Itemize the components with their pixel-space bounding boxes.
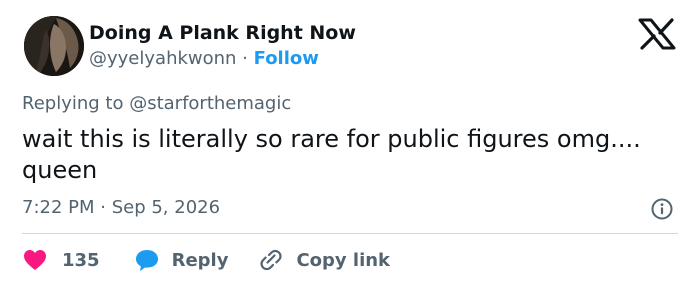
- reply-prefix: Replying to: [22, 93, 130, 114]
- author-handle-row: @yyelyahkwonn · Follow: [89, 48, 319, 69]
- reply-button[interactable]: Reply: [134, 248, 229, 272]
- reply-to-mention[interactable]: @starforthemagic: [129, 93, 291, 114]
- divider: [22, 233, 678, 234]
- info-icon[interactable]: [651, 198, 673, 220]
- author-display-name[interactable]: Doing A Plank Right Now: [89, 22, 356, 44]
- follow-button[interactable]: Follow: [254, 48, 319, 69]
- copy-link-label: Copy link: [296, 249, 391, 271]
- action-bar: 135 Reply Copy link: [22, 247, 390, 273]
- speech-bubble-icon: [135, 250, 158, 271]
- author-avatar[interactable]: [24, 16, 84, 76]
- like-button[interactable]: 135: [22, 248, 100, 272]
- heart-icon: [24, 250, 46, 270]
- x-logo-icon[interactable]: [636, 18, 678, 50]
- tweet-text: wait this is literally so rare for publi…: [22, 125, 641, 184]
- like-count: 135: [62, 249, 100, 271]
- reply-label: Reply: [171, 249, 229, 271]
- handle-separator: ·: [236, 48, 254, 69]
- link-icon: [260, 249, 283, 271]
- avatar-photo-icon: [24, 16, 84, 76]
- copy-link-button[interactable]: Copy link: [258, 248, 390, 272]
- tweet-timestamp[interactable]: 7:22 PM · Sep 5, 2026: [22, 197, 220, 218]
- tweet-card: Doing A Plank Right Now @yyelyahkwonn · …: [0, 0, 700, 287]
- reply-context: Replying to @starforthemagic: [22, 93, 291, 114]
- author-handle[interactable]: @yyelyahkwonn: [89, 48, 236, 69]
